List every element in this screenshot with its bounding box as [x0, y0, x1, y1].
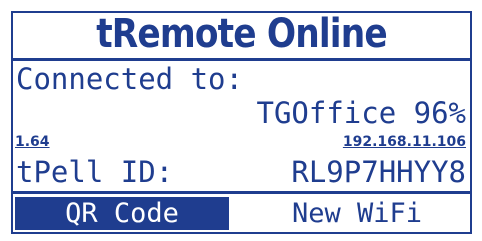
firmware-version: 1.64: [15, 134, 50, 150]
device-id-label: tPell ID:: [16, 155, 174, 189]
buttons-divider: [11, 191, 472, 194]
qr-code-button[interactable]: QR Code: [15, 197, 229, 230]
title-divider: [11, 58, 472, 61]
device-id-value: RL9P7HHYY8: [291, 155, 466, 189]
device-screen: tRemote Online Connected to: TGOffice 96…: [0, 0, 482, 241]
page-title: tRemote Online: [96, 11, 387, 57]
wifi-ssid-signal: TGOffice 96%: [256, 96, 466, 130]
new-wifi-button[interactable]: New WiFi: [245, 197, 469, 230]
ip-address: 192.168.11.106: [342, 134, 466, 150]
connected-label: Connected to:: [16, 62, 243, 96]
